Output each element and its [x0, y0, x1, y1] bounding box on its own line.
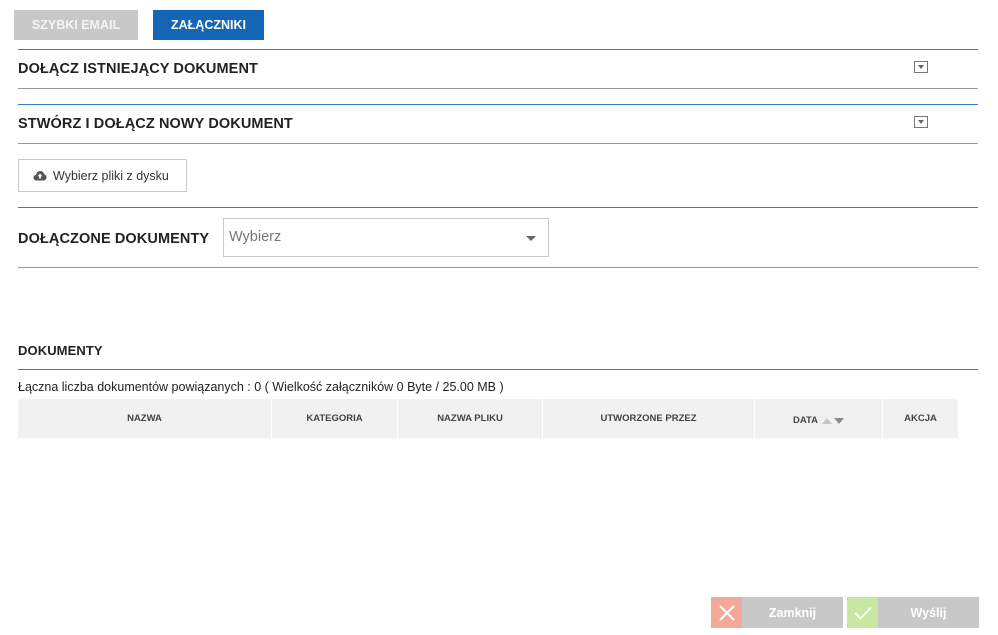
checkmark-icon — [847, 597, 878, 628]
documents-summary: Łączna liczba dokumentów powiązanych : 0… — [18, 380, 504, 394]
tab-attachments[interactable]: ZAŁĄCZNIKI — [153, 10, 264, 40]
column-header-name[interactable]: NAZWA — [18, 399, 272, 438]
cloud-upload-icon — [33, 170, 47, 181]
section-divider — [18, 207, 978, 208]
column-label: DATA — [793, 415, 818, 426]
section-divider — [18, 49, 978, 50]
upload-from-disk-button[interactable]: Wybierz pliki z dysku — [18, 159, 187, 192]
column-label: KATEGORIA — [306, 413, 363, 424]
documents-table-header: NAZWA KATEGORIA NAZWA PLIKU UTWORZONE PR… — [18, 399, 958, 438]
section-title-create-new: STWÓRZ I DOŁĄCZ NOWY DOKUMENT — [18, 116, 293, 132]
sort-controls — [821, 417, 844, 424]
close-button[interactable]: Zamknij — [711, 597, 843, 628]
section-divider — [18, 104, 978, 105]
sort-ascending-icon[interactable] — [821, 417, 832, 424]
collapse-toggle-icon[interactable] — [914, 61, 928, 73]
sort-descending-icon[interactable] — [833, 417, 844, 424]
column-header-date[interactable]: DATA — [755, 399, 883, 438]
section-divider — [18, 88, 978, 89]
section-divider — [18, 369, 978, 370]
section-divider — [18, 267, 978, 268]
column-label: NAZWA PLIKU — [437, 413, 503, 424]
column-header-category[interactable]: KATEGORIA — [272, 399, 398, 438]
column-label: UTWORZONE PRZEZ — [600, 413, 697, 424]
send-button-label: Wyślij — [878, 597, 979, 628]
column-label: AKCJA — [904, 413, 937, 424]
chevron-down-icon — [526, 236, 536, 241]
send-button[interactable]: Wyślij — [847, 597, 979, 628]
attached-documents-select[interactable]: Wybierz — [223, 218, 549, 257]
section-title-attached-documents: DOŁĄCZONE DOKUMENTY — [18, 231, 210, 247]
select-placeholder: Wybierz — [229, 229, 282, 245]
section-title-attach-existing: DOŁĄCZ ISTNIEJĄCY DOKUMENT — [18, 61, 258, 77]
tab-quick-email[interactable]: SZYBKI EMAIL — [14, 10, 138, 40]
upload-button-label: Wybierz pliki z dysku — [53, 168, 169, 183]
section-title-documents: DOKUMENTY — [18, 343, 103, 358]
collapse-toggle-icon[interactable] — [914, 116, 928, 128]
column-header-file-name[interactable]: NAZWA PLIKU — [398, 399, 543, 438]
section-divider — [18, 143, 978, 144]
close-button-label: Zamknij — [742, 597, 843, 628]
column-label: NAZWA — [127, 413, 162, 424]
column-header-action[interactable]: AKCJA — [883, 399, 958, 438]
column-header-created-by[interactable]: UTWORZONE PRZEZ — [543, 399, 755, 438]
close-icon — [711, 597, 742, 628]
